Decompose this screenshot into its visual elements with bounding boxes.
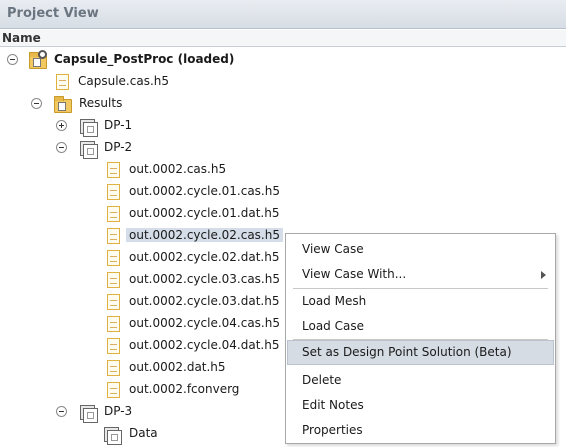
tree-node-label: out.0002.fconverg <box>129 382 240 396</box>
tree-node-case-file[interactable]: Capsule.cas.h5 <box>0 71 566 93</box>
tree-node-dp2[interactable]: DP-2 <box>0 137 566 159</box>
context-menu: View Case View Case With... Load Mesh Lo… <box>285 233 556 444</box>
file-icon <box>107 250 120 266</box>
menu-item-delete[interactable]: Delete <box>287 368 554 393</box>
tree-node-label: out.0002.cycle.03.cas.h5 <box>129 272 280 286</box>
collapse-icon[interactable] <box>56 406 67 417</box>
menu-item-label: Edit Notes <box>302 398 364 412</box>
menu-item-label: Properties <box>302 423 363 437</box>
collapse-icon[interactable] <box>56 142 67 153</box>
tree-node-label: Results <box>79 96 123 110</box>
design-point-icon <box>80 141 98 159</box>
menu-item-label: Delete <box>302 373 342 387</box>
menu-item-properties[interactable]: Properties <box>287 418 554 443</box>
tree-node-label: out.0002.dat.h5 <box>129 360 226 374</box>
column-header[interactable]: Name <box>0 30 566 47</box>
tree-node-file[interactable]: out.0002.cas.h5 <box>0 159 566 181</box>
file-icon <box>107 184 120 200</box>
folder-icon <box>54 96 72 113</box>
tree-node-label: out.0002.cycle.01.cas.h5 <box>129 184 280 198</box>
tree-node-dp1[interactable]: DP-1 <box>0 115 566 137</box>
menu-item-load-case[interactable]: Load Case <box>287 314 554 339</box>
file-icon <box>56 74 69 90</box>
tree-node-label: out.0002.cycle.03.dat.h5 <box>129 294 280 308</box>
file-icon <box>107 294 120 310</box>
design-point-icon <box>80 405 98 423</box>
gear-icon <box>38 50 47 59</box>
column-name-label: Name <box>2 31 41 45</box>
tree-node-label: Data <box>129 426 158 440</box>
tree-node-label: out.0002.cas.h5 <box>129 162 227 176</box>
project-view-header: Project View <box>0 0 566 29</box>
tree-node-label: out.0002.cycle.04.cas.h5 <box>129 316 280 330</box>
design-point-icon <box>80 119 98 137</box>
file-icon <box>107 382 120 398</box>
tree-node-label: out.0002.cycle.02.dat.h5 <box>129 250 280 264</box>
tree-node-label: Capsule_PostProc (loaded) <box>54 52 235 66</box>
tree-node-label: DP-1 <box>104 118 133 132</box>
file-icon <box>107 228 120 244</box>
tree-node-results[interactable]: Results <box>0 93 566 115</box>
tree-node-label: out.0002.cycle.02.cas.h5 <box>126 228 283 242</box>
panel-title: Project View <box>7 6 99 21</box>
menu-item-view-case[interactable]: View Case <box>287 237 554 262</box>
file-icon <box>107 206 120 222</box>
menu-item-label: View Case With... <box>302 267 407 281</box>
tree-node-label: out.0002.cycle.04.dat.h5 <box>129 338 280 352</box>
tree-node-label: DP-2 <box>104 140 133 154</box>
tree-node-file[interactable]: out.0002.cycle.01.cas.h5 <box>0 181 566 203</box>
menu-item-label: View Case <box>302 242 364 256</box>
menu-item-view-case-with[interactable]: View Case With... <box>287 262 554 287</box>
chevron-right-icon <box>541 271 546 279</box>
tree-node-file[interactable]: out.0002.cycle.01.dat.h5 <box>0 203 566 225</box>
tree-node-root[interactable]: Capsule_PostProc (loaded) <box>0 49 566 71</box>
tree-node-label: Capsule.cas.h5 <box>78 74 169 88</box>
menu-item-label: Load Mesh <box>302 294 367 308</box>
collapse-icon[interactable] <box>7 54 18 65</box>
file-icon <box>107 338 120 354</box>
file-icon <box>107 162 120 178</box>
tree-node-label: out.0002.cycle.01.dat.h5 <box>129 206 280 220</box>
menu-item-label: Load Case <box>302 319 364 333</box>
design-point-icon <box>104 427 122 445</box>
file-icon <box>107 272 120 288</box>
menu-item-label: Set as Design Point Solution (Beta) <box>302 345 512 359</box>
collapse-icon[interactable] <box>31 98 42 109</box>
menu-item-edit-notes[interactable]: Edit Notes <box>287 393 554 418</box>
tree-node-label: DP-3 <box>104 404 133 418</box>
menu-item-load-mesh[interactable]: Load Mesh <box>287 289 554 314</box>
file-icon <box>107 360 120 376</box>
expand-icon[interactable] <box>56 120 67 131</box>
file-icon <box>107 316 120 332</box>
menu-item-set-design-point-solution[interactable]: Set as Design Point Solution (Beta) <box>287 340 554 365</box>
